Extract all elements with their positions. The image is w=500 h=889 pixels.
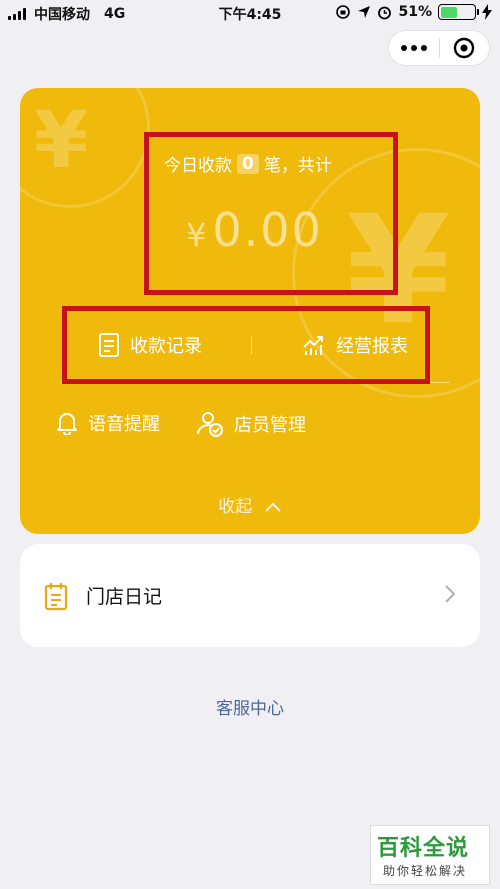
staff-management-link[interactable]: 店员管理 (196, 410, 306, 438)
chevron-up-icon (264, 502, 281, 512)
battery-percent: 51% (398, 4, 432, 20)
voice-reminder-link[interactable]: 语音提醒 (56, 410, 160, 436)
highlight-box-amount (144, 132, 398, 295)
collapse-toggle[interactable]: 收起 (20, 492, 480, 517)
store-diary-label: 门店日记 (86, 586, 163, 608)
orientation-lock-icon (336, 5, 351, 19)
target-icon[interactable] (439, 37, 489, 59)
more-icon[interactable] (389, 45, 439, 51)
staff-check-icon (197, 412, 223, 437)
charging-icon (482, 4, 492, 20)
notepad-icon (44, 582, 68, 610)
store-diary-row[interactable]: 门店日记 (20, 544, 480, 647)
highlight-box-links (62, 306, 430, 384)
collapse-label: 收起 (218, 497, 253, 517)
watermark-title: 百科全说 (377, 836, 470, 861)
location-icon (358, 6, 371, 18)
status-right: 51% (335, 4, 492, 20)
customer-service-link[interactable]: 客服中心 (0, 694, 500, 719)
watermark-subtitle: 助你轻松解决 (383, 864, 468, 878)
watermark-yen-left: ¥ (34, 96, 89, 186)
bell-icon (57, 413, 77, 435)
battery-icon (438, 4, 479, 20)
alarm-icon (378, 6, 392, 19)
voice-reminder-label: 语音提醒 (88, 414, 160, 435)
status-bar: 中国移动 4G 下午4:45 51% (0, 0, 500, 26)
site-watermark-logo: 百科全说 助你轻松解决 (370, 825, 490, 885)
chevron-right-icon (445, 585, 456, 603)
mini-program-capsule (388, 30, 490, 66)
staff-management-label: 店员管理 (234, 415, 306, 436)
battery-fill (440, 6, 458, 18)
